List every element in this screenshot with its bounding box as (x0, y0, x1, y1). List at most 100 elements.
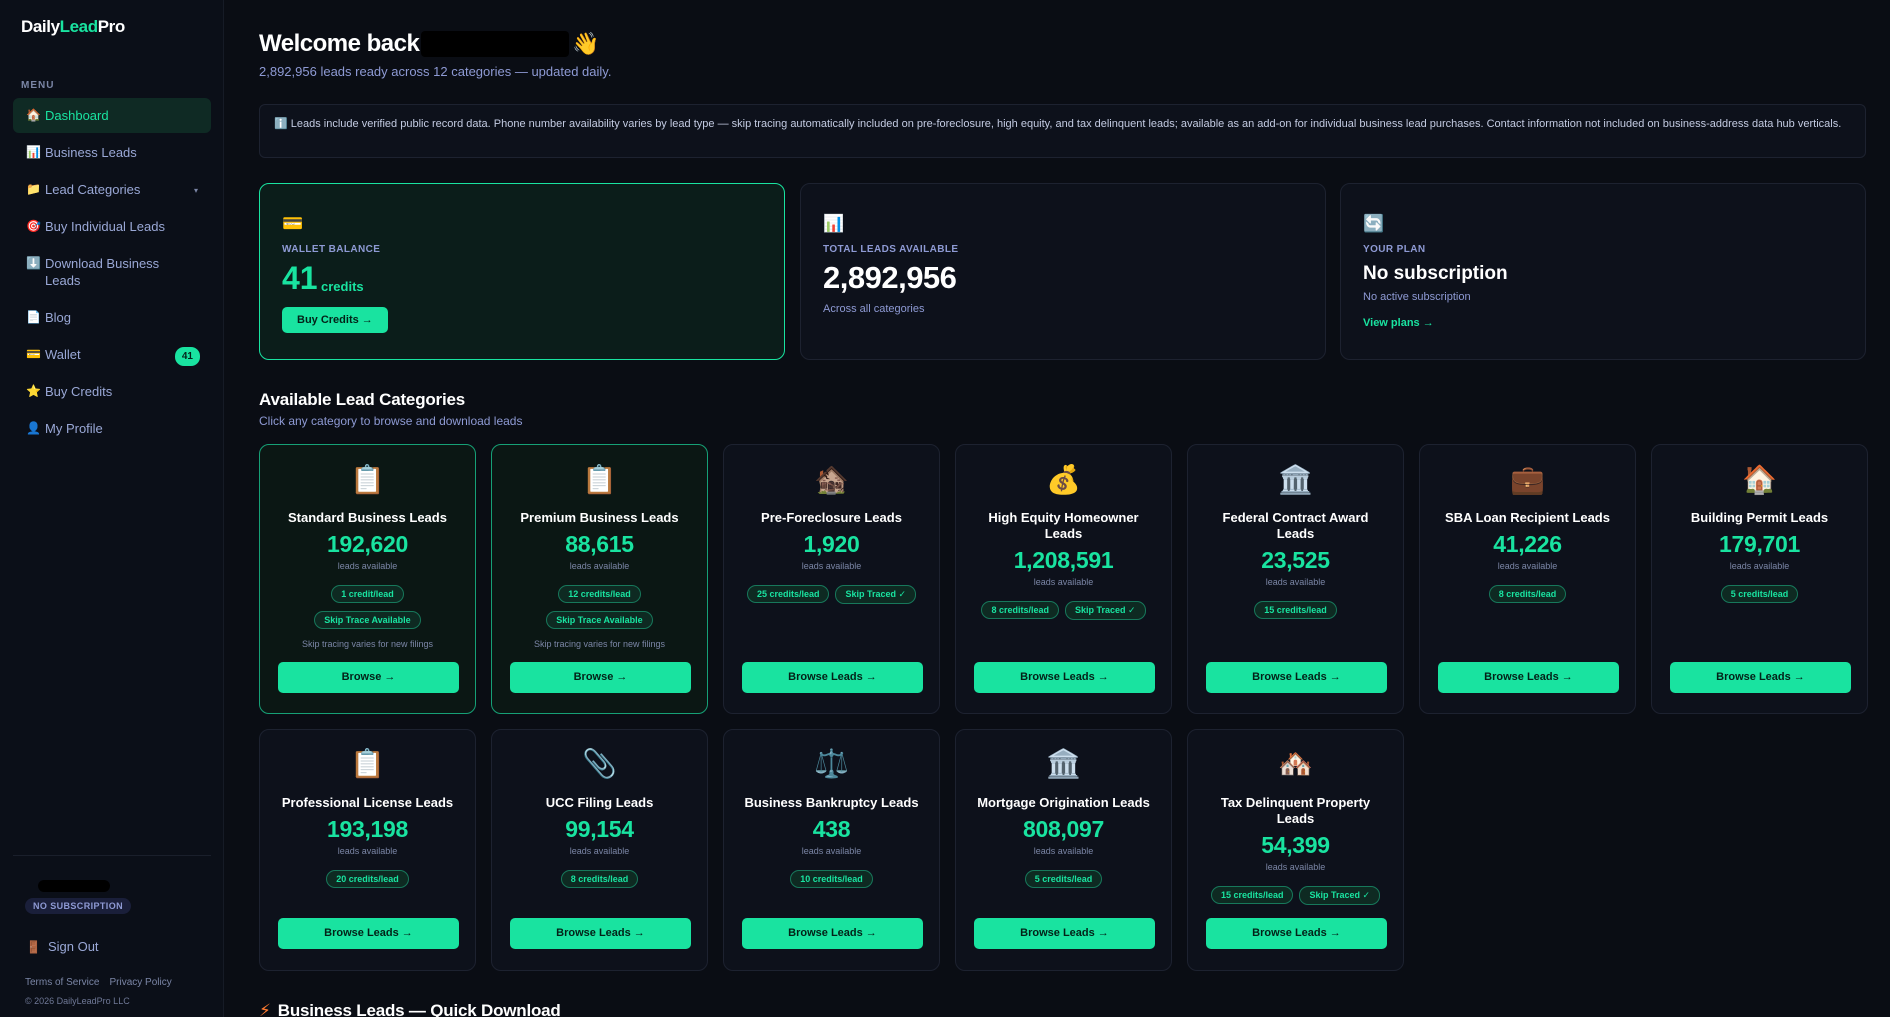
logo-suffix: Pro (97, 17, 126, 36)
sign-out-label: Sign Out (47, 939, 99, 954)
category-avail-label: leads available (1265, 577, 1326, 587)
pill-row: 8 credits/lead (492, 870, 707, 888)
category-card-federal-contract[interactable]: 🏛️ Federal Contract Award Leads 23,525 l… (1187, 444, 1404, 714)
browse-leads-button[interactable]: Browse Leads → (742, 662, 923, 693)
skip-trace-pill: Skip Trace Available (546, 611, 653, 629)
pill-row: 12 credits/lead (492, 585, 707, 603)
money-bag-icon: 💰 (1046, 464, 1081, 495)
category-count: 179,701 (1718, 531, 1801, 557)
category-card-pre-foreclosure[interactable]: 🏚️ Pre-Foreclosure Leads 1,920 leads ava… (723, 444, 940, 714)
browse-leads-button[interactable]: Browse Leads → (1438, 662, 1619, 693)
category-count: 88,615 (565, 531, 634, 557)
sidebar-item-wallet[interactable]: 💳 Wallet 41 (13, 337, 211, 372)
category-card-high-equity[interactable]: 💰 High Equity Homeowner Leads 1,208,591 … (955, 444, 1172, 714)
browse-leads-button[interactable]: Browse Leads → (1670, 662, 1851, 693)
door-icon: 🚪 (26, 940, 41, 954)
download-icon: ⬇️ (26, 256, 41, 270)
view-plans-link[interactable]: View plans → (1363, 317, 1434, 329)
page-subtitle: 2,892,956 leads ready across 12 categori… (259, 64, 612, 79)
wallet-balance-card: 💳 WALLET BALANCE 41 credits Buy Credits … (259, 183, 785, 360)
privacy-link[interactable]: Privacy Policy (109, 977, 171, 988)
browse-leads-button[interactable]: Browse Leads → (1206, 918, 1387, 949)
refresh-icon: 🔄 (1363, 214, 1385, 233)
price-pill: 25 credits/lead (746, 585, 830, 603)
sidebar-item-download-business-leads[interactable]: ⬇️ Download Business Leads (13, 246, 211, 298)
category-card-standard-business[interactable]: 📋 Standard Business Leads 192,620 leads … (259, 444, 476, 714)
clipboard-icon: 📋 (582, 464, 617, 495)
sidebar-item-lead-categories[interactable]: 📁 Lead Categories ▾ (13, 172, 211, 207)
price-pill: 20 credits/lead (326, 870, 409, 888)
sidebar-item-buy-individual-leads[interactable]: 🎯 Buy Individual Leads (13, 209, 211, 244)
sidebar-item-buy-credits[interactable]: ⭐ Buy Credits (13, 374, 211, 409)
category-count: 438 (812, 816, 851, 842)
government-building-icon: 🏛️ (1278, 464, 1313, 495)
browse-leads-button[interactable]: Browse Leads → (974, 918, 1155, 949)
category-card-tax-delinquent[interactable]: 🏘️ Tax Delinquent Property Leads 54,399 … (1187, 729, 1404, 971)
price-pill: 15 credits/lead (1210, 886, 1294, 904)
plan-sub: No active subscription (1363, 291, 1471, 303)
skip-traced-pill: Skip Traced ✓ (835, 585, 917, 604)
category-avail-label: leads available (337, 561, 398, 571)
category-avail-label: leads available (569, 561, 630, 571)
logo-accent: Lead (59, 17, 98, 36)
price-pill: 5 credits/lead (1024, 870, 1103, 888)
stat-label: WALLET BALANCE (282, 244, 381, 255)
clipboard-icon: 📋 (350, 748, 385, 779)
browse-button[interactable]: Browse → (510, 662, 691, 693)
price-pill: 12 credits/lead (558, 585, 641, 603)
category-avail-label: leads available (801, 846, 862, 856)
sidebar-item-label: Download Business Leads (45, 256, 160, 288)
user-icon: 👤 (26, 421, 41, 435)
legal-links: Terms of Service Privacy Policy (25, 977, 172, 988)
sidebar-item-label: Lead Categories (45, 182, 141, 197)
category-card-business-bankruptcy[interactable]: ⚖️ Business Bankruptcy Leads 438 leads a… (723, 729, 940, 971)
chevron-down-icon: ▾ (193, 186, 198, 195)
category-avail-label: leads available (569, 846, 630, 856)
category-card-sba-loan[interactable]: 💼 SBA Loan Recipient Leads 41,226 leads … (1419, 444, 1636, 714)
price-pill: 5 credits/lead (1720, 585, 1799, 603)
sidebar-item-label: Dashboard (45, 108, 109, 123)
browse-leads-button[interactable]: Browse Leads → (510, 918, 691, 949)
browse-leads-button[interactable]: Browse Leads → (278, 918, 459, 949)
sign-out-button[interactable]: 🚪 Sign Out (26, 939, 99, 954)
buy-credits-button[interactable]: Buy Credits → (282, 307, 388, 333)
category-avail-label: leads available (1497, 561, 1558, 571)
stat-label: YOUR PLAN (1363, 244, 1426, 255)
category-name: Building Permit Leads (1690, 510, 1829, 525)
category-card-mortgage-origination[interactable]: 🏛️ Mortgage Origination Leads 808,097 le… (955, 729, 1172, 971)
category-count: 192,620 (326, 531, 409, 557)
browse-leads-button[interactable]: Browse Leads → (742, 918, 923, 949)
user-name-redacted (38, 880, 110, 892)
sidebar-item-my-profile[interactable]: 👤 My Profile (13, 411, 211, 446)
briefcase-icon: 💼 (1510, 464, 1545, 495)
logo[interactable]: DailyLeadPro (21, 17, 125, 37)
terms-link[interactable]: Terms of Service (25, 977, 99, 988)
category-count: 41,226 (1493, 531, 1562, 557)
house-icon: 🏘️ (1278, 748, 1313, 779)
category-card-ucc-filing[interactable]: 📎 UCC Filing Leads 99,154 leads availabl… (491, 729, 708, 971)
category-avail-label: leads available (1265, 862, 1326, 872)
info-notice-text: Leads include verified public record dat… (290, 118, 1842, 130)
browse-leads-button[interactable]: Browse Leads → (974, 662, 1155, 693)
category-name: SBA Loan Recipient Leads (1445, 510, 1610, 525)
sidebar-item-business-leads[interactable]: 📊 Business Leads (13, 135, 211, 170)
browse-button[interactable]: Browse → (278, 662, 459, 693)
category-card-professional-license[interactable]: 📋 Professional License Leads 193,198 lea… (259, 729, 476, 971)
category-card-premium-business[interactable]: 📋 Premium Business Leads 88,615 leads av… (491, 444, 708, 714)
bar-chart-icon: 📊 (823, 214, 845, 233)
browse-leads-button[interactable]: Browse Leads → (1206, 662, 1387, 693)
info-icon: ℹ️ (274, 118, 288, 130)
category-avail-label: leads available (1729, 561, 1790, 571)
category-avail-label: leads available (337, 846, 398, 856)
sidebar-item-blog[interactable]: 📄 Blog (13, 300, 211, 335)
category-name: Federal Contract Award Leads (1222, 510, 1369, 541)
sidebar-item-dashboard[interactable]: 🏠 Dashboard (13, 98, 211, 133)
pill-row: 10 credits/lead (724, 870, 939, 888)
category-card-building-permit[interactable]: 🏠 Building Permit Leads 179,701 leads av… (1651, 444, 1868, 714)
pill-row: 8 credits/lead Skip Traced ✓ (956, 601, 1171, 620)
sidebar-nav: 🏠 Dashboard 📊 Business Leads 📁 Lead Cate… (13, 98, 211, 448)
pill-row: 1 credit/lead (260, 585, 475, 603)
wallet-badge: 41 (174, 347, 200, 366)
price-pill: 8 credits/lead (981, 601, 1059, 619)
category-avail-label: leads available (1033, 846, 1094, 856)
